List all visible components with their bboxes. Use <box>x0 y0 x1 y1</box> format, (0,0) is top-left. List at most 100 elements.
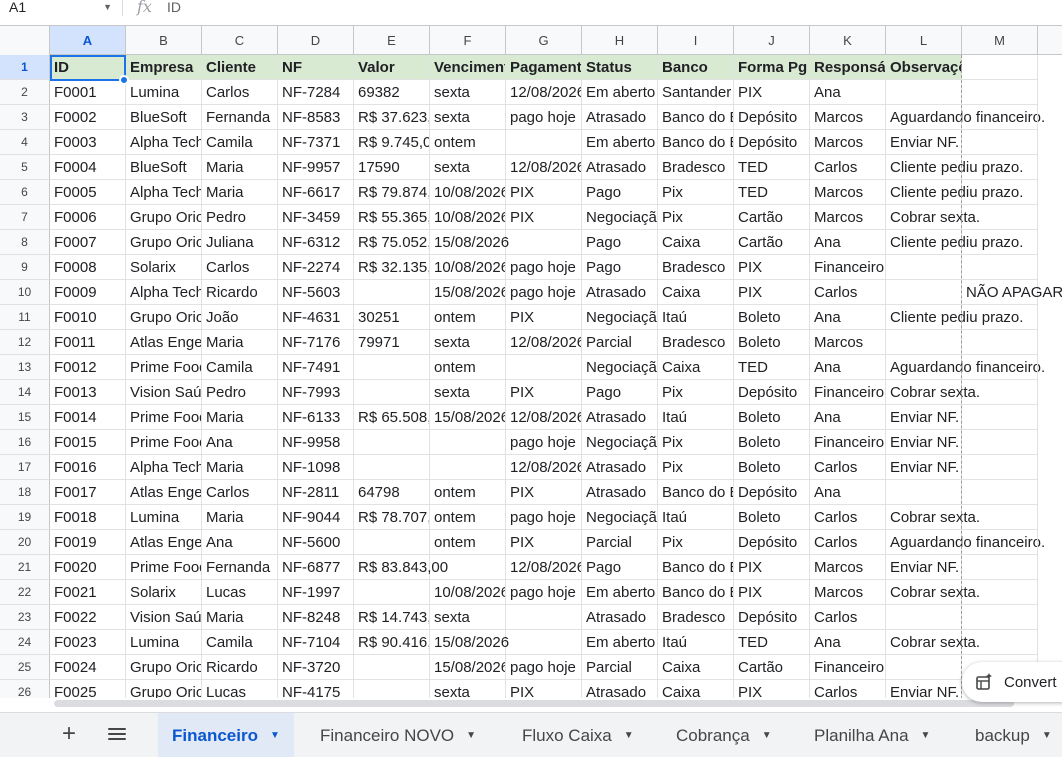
cell-g23[interactable] <box>506 605 582 630</box>
cell-f18[interactable]: ontem <box>430 480 506 505</box>
cell-a18[interactable]: F0017 <box>50 480 126 505</box>
cell-i15[interactable]: Itaú <box>658 405 734 430</box>
cell-h26[interactable]: Atrasado <box>582 680 658 698</box>
cell-m4[interactable] <box>962 130 1038 155</box>
cell-g8[interactable] <box>506 230 582 255</box>
column-header-k[interactable]: K <box>810 26 886 54</box>
cell-d15[interactable]: NF-6133 <box>278 405 354 430</box>
cell-m7[interactable] <box>962 205 1038 230</box>
column-header-e[interactable]: E <box>354 26 430 54</box>
cell-f24[interactable]: 15/08/2026 <box>430 630 509 655</box>
cell-l9[interactable] <box>886 255 962 280</box>
cell-f11[interactable]: ontem <box>430 305 506 330</box>
column-header-c[interactable]: C <box>202 26 278 54</box>
cell-c23[interactable]: Maria <box>202 605 278 630</box>
scrollbar-thumb[interactable] <box>54 700 1014 707</box>
cell-a15[interactable]: F0014 <box>50 405 126 430</box>
cell-g15[interactable]: 12/08/2026 <box>506 405 582 430</box>
cell-l23[interactable] <box>886 605 962 630</box>
cell-i4[interactable]: Banco do Brasil <box>658 130 734 155</box>
cell-g4[interactable] <box>506 130 582 155</box>
cell-d6[interactable]: NF-6617 <box>278 180 354 205</box>
cell-c2[interactable]: Carlos <box>202 80 278 105</box>
cell-k16[interactable]: Financeiro <box>810 430 886 455</box>
cell-b6[interactable]: Alpha Tech <box>126 180 202 205</box>
cell-l1[interactable]: Observações <box>886 55 984 80</box>
cell-l17[interactable]: Enviar NF. <box>886 455 962 480</box>
row-header[interactable]: 19 <box>0 505 50 530</box>
cell-a2[interactable]: F0001 <box>50 80 126 105</box>
cell-g9[interactable]: pago hoje <box>506 255 582 280</box>
cell-l6[interactable]: Cliente pediu prazo. <box>886 180 1023 205</box>
cell-b25[interactable]: Grupo Orion <box>126 655 202 680</box>
cell-l16[interactable]: Enviar NF. <box>886 430 962 455</box>
row-header[interactable]: 23 <box>0 605 50 630</box>
cell-e21[interactable]: R$ 83.843,00 <box>354 555 448 580</box>
cell-c1[interactable]: Cliente <box>202 55 278 80</box>
cell-l14[interactable]: Cobrar sexta. <box>886 380 980 405</box>
cell-i26[interactable]: Caixa <box>658 680 734 698</box>
cell-a9[interactable]: F0008 <box>50 255 126 280</box>
cell-h4[interactable]: Em aberto <box>582 130 658 155</box>
sheet-tab-5[interactable]: Planilha Ana ▼ <box>814 713 930 757</box>
cell-b18[interactable]: Atlas Engenharia <box>126 480 202 505</box>
cell-j14[interactable]: Depósito <box>734 380 810 405</box>
cell-d2[interactable]: NF-7284 <box>278 80 354 105</box>
column-header-h[interactable]: H <box>582 26 658 54</box>
fill-handle[interactable] <box>119 75 129 85</box>
cell-b5[interactable]: BlueSoft <box>126 155 202 180</box>
cell-e16[interactable] <box>354 430 430 455</box>
row-header[interactable]: 7 <box>0 205 50 230</box>
cell-e13[interactable] <box>354 355 430 380</box>
cell-i20[interactable]: Pix <box>658 530 734 555</box>
cell-i18[interactable]: Banco do Brasil <box>658 480 734 505</box>
cell-e25[interactable] <box>354 655 430 680</box>
formula-input[interactable]: ID <box>167 0 181 15</box>
cell-e6[interactable]: R$ 79.874,00 <box>354 180 430 205</box>
cell-b21[interactable]: Prime Foods <box>126 555 202 580</box>
cell-i9[interactable]: Bradesco <box>658 255 734 280</box>
column-header-d[interactable]: D <box>278 26 354 54</box>
cell-b3[interactable]: BlueSoft <box>126 105 202 130</box>
cell-c26[interactable]: Lucas <box>202 680 278 698</box>
column-header-j[interactable]: J <box>734 26 810 54</box>
cell-m12[interactable] <box>962 330 1038 355</box>
cell-i17[interactable]: Pix <box>658 455 734 480</box>
sheet-grid[interactable]: ABCDEFGHIJKLM 1 2 3 4 5 6 7 8 9 10 11 12 13 14 15 16 17 1… <box>0 25 1062 698</box>
cell-c9[interactable]: Carlos <box>202 255 278 280</box>
cell-k25[interactable]: Financeiro <box>810 655 886 680</box>
cell-b12[interactable]: Atlas Engenharia <box>126 330 202 355</box>
cell-d1[interactable]: NF <box>278 55 354 80</box>
cell-m11[interactable] <box>962 305 1038 330</box>
cell-a1[interactable]: ID <box>50 55 126 80</box>
cell-k22[interactable]: Marcos <box>810 580 886 605</box>
cell-h6[interactable]: Pago <box>582 180 658 205</box>
cell-g1[interactable]: Pagamento <box>506 55 582 80</box>
cell-h25[interactable]: Parcial <box>582 655 658 680</box>
cell-d3[interactable]: NF-8583 <box>278 105 354 130</box>
row-header[interactable]: 26 <box>0 680 50 698</box>
cell-l11[interactable]: Cliente pediu prazo. <box>886 305 1023 330</box>
cell-c19[interactable]: Maria <box>202 505 278 530</box>
cell-k4[interactable]: Marcos <box>810 130 886 155</box>
cell-g14[interactable]: PIX <box>506 380 582 405</box>
cell-f22[interactable]: 10/08/2026 <box>430 580 506 605</box>
cell-j15[interactable]: Boleto <box>734 405 810 430</box>
cell-b26[interactable]: Grupo Orion <box>126 680 202 698</box>
cell-c7[interactable]: Pedro <box>202 205 278 230</box>
chevron-down-icon[interactable]: ▼ <box>103 2 112 12</box>
cell-l8[interactable]: Cliente pediu prazo. <box>886 230 1023 255</box>
cell-c17[interactable]: Maria <box>202 455 278 480</box>
cell-a26[interactable]: F0025 <box>50 680 126 698</box>
cell-k3[interactable]: Marcos <box>810 105 886 130</box>
cell-a22[interactable]: F0021 <box>50 580 126 605</box>
cell-m5[interactable] <box>962 155 1038 180</box>
all-sheets-menu-icon[interactable] <box>108 728 126 740</box>
cell-i25[interactable]: Caixa <box>658 655 734 680</box>
sheet-tab-1[interactable]: Financeiro ▼ <box>158 713 294 757</box>
cell-b24[interactable]: Lumina <box>126 630 202 655</box>
cell-c8[interactable]: Juliana <box>202 230 278 255</box>
cell-c12[interactable]: Maria <box>202 330 278 355</box>
cell-e11[interactable]: 30251 <box>354 305 430 330</box>
cell-b11[interactable]: Grupo Orion <box>126 305 202 330</box>
